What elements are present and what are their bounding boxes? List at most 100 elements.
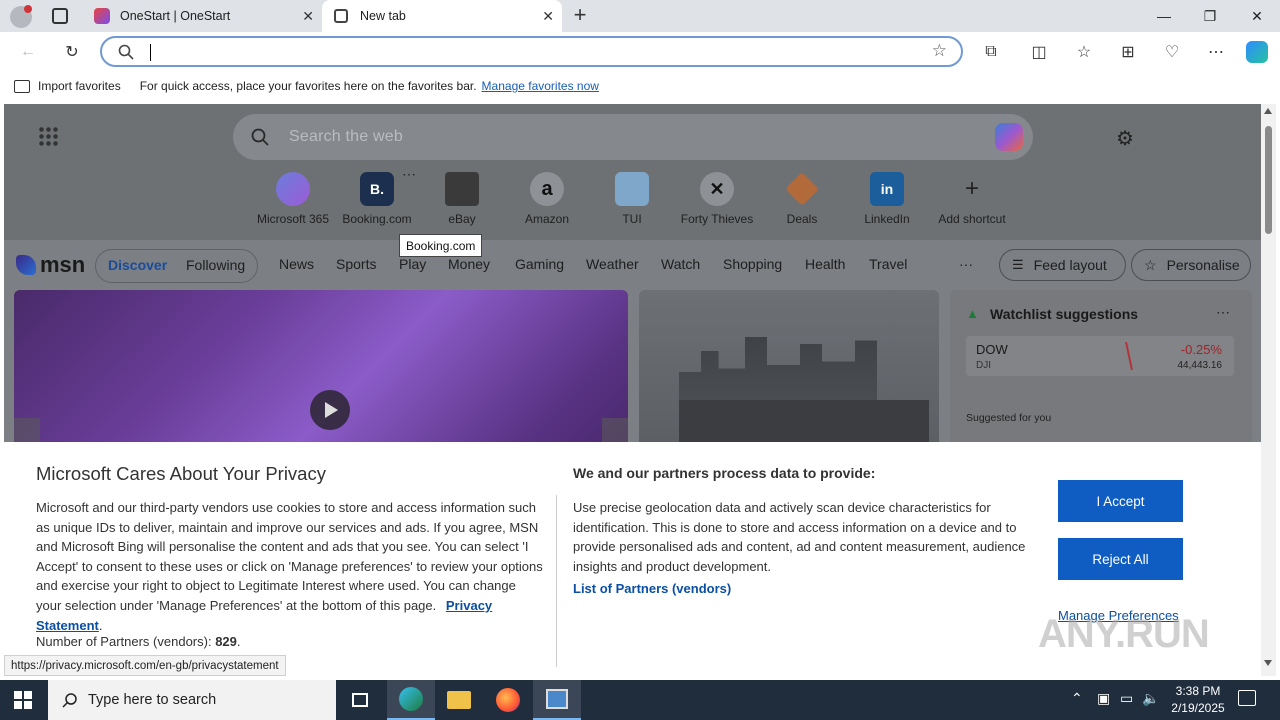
nav-weather[interactable]: Weather bbox=[586, 256, 639, 272]
more-nav-button[interactable]: ··· bbox=[959, 256, 973, 272]
search-icon bbox=[62, 693, 77, 708]
favorites-bar: Import favorites For quick access, place… bbox=[0, 72, 1280, 100]
settings-menu-icon[interactable]: ⋯ bbox=[1202, 39, 1230, 65]
collections-icon[interactable]: ⊞ bbox=[1114, 39, 1142, 65]
new-tab-header: Search the web ⚙ Microsoft 365 B. Booking… bbox=[4, 104, 1261, 240]
accept-button[interactable]: I Accept bbox=[1058, 480, 1183, 522]
nav-news[interactable]: News bbox=[279, 256, 314, 272]
scroll-up-icon[interactable] bbox=[1264, 108, 1272, 114]
volume-icon[interactable]: 🔈 bbox=[1142, 690, 1159, 707]
extensions-icon[interactable]: ⧉ bbox=[977, 39, 1005, 65]
manage-favorites-link[interactable]: Manage favorites now bbox=[482, 79, 599, 93]
shortcut-deals[interactable]: Deals bbox=[760, 172, 844, 226]
start-button[interactable] bbox=[14, 691, 32, 709]
nav-sports[interactable]: Sports bbox=[336, 256, 376, 272]
msn-logo[interactable]: msn bbox=[16, 252, 85, 278]
page-scrollbar[interactable] bbox=[1261, 104, 1276, 676]
watchlist-more-icon[interactable]: ⋯ bbox=[1216, 304, 1230, 321]
vendors-list-link[interactable]: List of Partners (vendors) bbox=[573, 581, 731, 596]
close-tab-icon[interactable]: ✕ bbox=[542, 8, 554, 25]
edge-taskbar-icon[interactable] bbox=[387, 680, 435, 720]
page-settings-icon[interactable]: ⚙ bbox=[1116, 126, 1134, 151]
back-button[interactable]: ← bbox=[14, 39, 42, 65]
suggested-label: Suggested for you bbox=[966, 412, 1052, 424]
nav-gaming[interactable]: Gaming bbox=[515, 256, 564, 272]
nav-travel[interactable]: Travel bbox=[869, 256, 907, 272]
shortcut-amazon[interactable]: a Amazon bbox=[505, 172, 589, 226]
system-clock[interactable]: 3:38 PM 2/19/2025 bbox=[1168, 683, 1228, 717]
taskbar-search[interactable]: Type here to search bbox=[48, 680, 336, 720]
microsoft-365-icon bbox=[276, 172, 310, 206]
network-icon[interactable]: ▭ bbox=[1120, 690, 1133, 707]
refresh-button[interactable]: ↻ bbox=[58, 39, 86, 65]
data-processing-heading: We and our partners process data to prov… bbox=[573, 465, 876, 481]
favorite-star-icon[interactable]: ☆ bbox=[932, 41, 947, 61]
shortcut-tui[interactable]: TUI bbox=[590, 172, 674, 226]
scroll-thumb[interactable] bbox=[1265, 126, 1272, 234]
partners-count: Number of Partners (vendors): 829. bbox=[36, 634, 241, 649]
restore-button[interactable]: ❐ bbox=[1187, 0, 1233, 32]
split-screen-icon[interactable]: ◫ bbox=[1025, 39, 1053, 65]
tab-title: New tab bbox=[360, 9, 406, 23]
address-bar[interactable]: ☆ bbox=[100, 36, 963, 67]
nav-money[interactable]: Money bbox=[448, 256, 490, 272]
status-bar-url: https://privacy.microsoft.com/en-gb/priv… bbox=[4, 655, 286, 676]
minimize-button[interactable]: — bbox=[1141, 0, 1187, 32]
search-icon bbox=[118, 44, 134, 60]
tab-following[interactable]: Following bbox=[186, 257, 245, 273]
shortcut-tooltip: Booking.com bbox=[399, 234, 483, 257]
tab-strip: OneStart | OneStart ✕ New tab ✕ + — ❐ ✕ bbox=[0, 0, 1280, 32]
address-toolbar: ← ↻ ☆ ⧉ ◫ ☆ ⊞ ♡ ⋯ bbox=[0, 32, 1280, 72]
shortcut-add[interactable]: + Add shortcut bbox=[930, 172, 1014, 226]
new-tab-button[interactable]: + bbox=[568, 4, 592, 28]
import-favorites-icon[interactable] bbox=[14, 79, 30, 93]
favorites-bar-message: For quick access, place your favorites h… bbox=[139, 79, 477, 93]
tab-actions-icon[interactable] bbox=[52, 8, 68, 24]
task-view-icon[interactable] bbox=[336, 680, 384, 720]
divider bbox=[556, 495, 557, 667]
notifications-icon[interactable] bbox=[1238, 690, 1256, 706]
play-icon[interactable] bbox=[310, 390, 350, 430]
shortcut-linkedin[interactable]: in LinkedIn bbox=[845, 172, 929, 226]
copilot-icon[interactable] bbox=[995, 123, 1023, 151]
feed-layout-button[interactable]: ☰ Feed layout bbox=[999, 249, 1126, 281]
trend-icon: ▲ bbox=[966, 306, 979, 321]
browser-essentials-icon[interactable]: ♡ bbox=[1158, 39, 1186, 65]
privacy-body: Microsoft and our third-party vendors us… bbox=[36, 500, 543, 633]
shortcut-microsoft-365[interactable]: Microsoft 365 bbox=[251, 172, 335, 226]
close-window-button[interactable]: ✕ bbox=[1234, 0, 1280, 32]
installer-app-icon[interactable] bbox=[533, 680, 581, 720]
close-tab-icon[interactable]: ✕ bbox=[302, 8, 314, 25]
scroll-down-icon[interactable] bbox=[1264, 660, 1272, 666]
stock-row[interactable]: DOW DJI -0.25% 44,443.16 bbox=[966, 336, 1234, 376]
tab-onestart[interactable]: OneStart | OneStart ✕ bbox=[84, 0, 322, 32]
privacy-title: Microsoft Cares About Your Privacy bbox=[36, 463, 326, 484]
file-explorer-icon[interactable] bbox=[435, 680, 483, 720]
copilot-icon[interactable] bbox=[1246, 41, 1268, 63]
web-search-box[interactable]: Search the web bbox=[233, 114, 1033, 160]
nav-health[interactable]: Health bbox=[805, 256, 845, 272]
stock-value: 44,443.16 bbox=[1177, 360, 1223, 371]
tab-new-tab[interactable]: New tab ✕ bbox=[322, 0, 562, 32]
shortcut-ebay[interactable]: eBay bbox=[420, 172, 504, 226]
star-sparkle-icon: ☆ bbox=[1144, 256, 1157, 273]
nav-watch[interactable]: Watch bbox=[661, 256, 700, 272]
personalise-button[interactable]: ☆ Personalise bbox=[1131, 249, 1251, 281]
page-viewport: Search the web ⚙ Microsoft 365 B. Booking… bbox=[4, 104, 1261, 676]
reject-all-button[interactable]: Reject All bbox=[1058, 538, 1183, 580]
shortcut-more-icon[interactable]: ⋯ bbox=[402, 166, 416, 183]
nav-shopping[interactable]: Shopping bbox=[723, 256, 782, 272]
favorites-icon[interactable]: ☆ bbox=[1070, 39, 1098, 65]
nav-play[interactable]: Play bbox=[399, 256, 426, 272]
firefox-icon[interactable] bbox=[484, 680, 532, 720]
show-hidden-icons[interactable]: ⌃ bbox=[1071, 690, 1083, 707]
profile-icon[interactable] bbox=[10, 5, 32, 28]
tab-discover[interactable]: Discover bbox=[108, 257, 167, 273]
import-favorites-button[interactable]: Import favorites bbox=[38, 79, 121, 93]
shortcut-forty-thieves[interactable]: ✕ Forty Thieves bbox=[675, 172, 759, 226]
msn-nav-bar: msn Discover Following News Sports Play … bbox=[4, 240, 1261, 290]
apps-launcher-icon[interactable] bbox=[38, 126, 58, 146]
plus-icon: + bbox=[964, 175, 979, 202]
device-icon[interactable]: ▣ bbox=[1097, 690, 1110, 707]
onestart-icon bbox=[94, 8, 110, 24]
